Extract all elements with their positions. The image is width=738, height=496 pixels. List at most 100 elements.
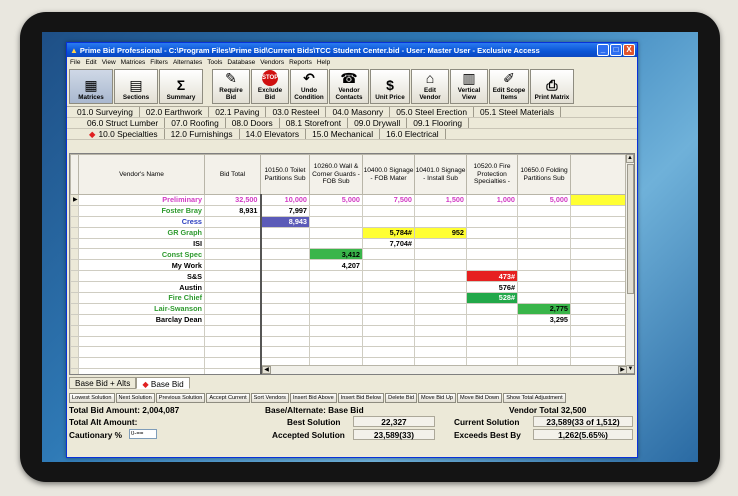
bid-cell[interactable] [309, 215, 363, 228]
bid-cell[interactable] [259, 270, 310, 283]
bid-cell[interactable] [517, 204, 571, 217]
bid-cell[interactable] [309, 302, 363, 315]
bid-cell[interactable] [309, 204, 363, 217]
bid-cell[interactable] [362, 292, 415, 304]
bid-cell[interactable] [259, 248, 310, 261]
bid-cell[interactable] [362, 259, 415, 272]
bid-cell[interactable] [414, 335, 467, 348]
cautionary-input[interactable] [129, 429, 157, 439]
bid-cell[interactable] [259, 346, 310, 359]
column-header[interactable]: 10401.0 Signage - Install Sub [414, 154, 467, 195]
menu-item-tools[interactable]: Tools [207, 59, 222, 66]
bid-cell[interactable]: 4,207 [309, 259, 363, 272]
bid-cell[interactable] [466, 237, 518, 250]
tab-09-0-drywall[interactable]: 09.0 Drywall [348, 118, 408, 128]
bid-cell[interactable] [414, 292, 467, 304]
bid-cell[interactable] [517, 292, 571, 304]
vendor-name-cell[interactable]: Lair-Swanson [78, 302, 205, 315]
bid-total-cell[interactable] [204, 259, 261, 272]
column-header[interactable]: 10520.0 Fire Protection Specialties - [466, 154, 518, 195]
bid-cell[interactable] [309, 270, 363, 283]
title-bar[interactable]: ▲ Prime Bid Professional - C:\Program Fi… [67, 43, 637, 57]
bid-cell[interactable] [414, 313, 467, 326]
bid-cell[interactable] [309, 281, 363, 294]
move-bid-down-button[interactable]: Move Bid Down [457, 393, 503, 403]
bid-total-cell[interactable] [204, 313, 261, 326]
bid-cell[interactable] [259, 302, 310, 315]
row-selector[interactable] [70, 215, 79, 228]
bid-cell[interactable] [517, 281, 571, 294]
bid-cell[interactable]: 10,000 [259, 194, 310, 206]
table-row[interactable]: Const Spec 3,412 [70, 248, 628, 261]
table-row[interactable] [70, 324, 628, 337]
bid-cell[interactable] [362, 302, 415, 315]
bid-total-cell[interactable] [204, 226, 261, 239]
bid-cell[interactable] [362, 346, 415, 359]
row-selector[interactable] [70, 368, 79, 374]
undo-condition-button[interactable]: ↶ Undo Condition [290, 69, 328, 104]
menu-item-database[interactable]: Database [227, 59, 255, 66]
menu-item-view[interactable]: View [102, 59, 116, 66]
tab-05-0-steel-erection[interactable]: 05.0 Steel Erection [390, 107, 475, 117]
vendor-name-cell[interactable] [78, 357, 205, 370]
bid-total-cell[interactable] [204, 346, 261, 359]
tab-09-1-flooring[interactable]: 09.1 Flooring [407, 118, 470, 128]
menu-item-filters[interactable]: Filters [150, 59, 168, 66]
menu-item-edit[interactable]: Edit [85, 59, 96, 66]
summary-button[interactable]: Σ Summary [159, 69, 203, 104]
bid-cell[interactable] [362, 204, 415, 217]
menu-item-vendors[interactable]: Vendors [260, 59, 284, 66]
row-selector[interactable] [70, 281, 79, 294]
vendor-name-cell[interactable]: Barclay Dean [78, 313, 205, 326]
bid-total-cell[interactable]: 32,500 [204, 194, 261, 206]
bid-cell[interactable] [466, 346, 518, 359]
bid-cell[interactable] [517, 335, 571, 348]
row-selector[interactable] [70, 204, 79, 217]
tab-14-0-elevators[interactable]: 14.0 Elevators [240, 129, 307, 139]
bid-cell[interactable] [259, 226, 310, 239]
tab-16-0-electrical[interactable]: 16.0 Electrical [380, 129, 446, 139]
bid-total-cell[interactable] [204, 215, 261, 228]
scroll-right-icon[interactable]: ▶ [618, 366, 627, 374]
bid-total-cell[interactable] [204, 292, 261, 304]
menu-item-file[interactable]: File [70, 59, 80, 66]
column-header[interactable]: 10150.0 Toilet Partitions Sub [260, 154, 310, 195]
row-selector[interactable] [70, 357, 79, 370]
bid-cell[interactable] [517, 248, 571, 261]
bid-cell[interactable] [414, 281, 467, 294]
bid-cell[interactable]: 5,784# [362, 226, 415, 239]
bid-cell[interactable] [259, 281, 310, 294]
row-selector[interactable] [70, 302, 79, 315]
bid-cell[interactable]: 1,500 [414, 194, 467, 206]
bid-total-cell[interactable] [204, 302, 261, 315]
table-row[interactable] [70, 346, 628, 359]
column-header[interactable]: Bid Total [204, 154, 261, 195]
table-row[interactable]: S&S 473# [70, 270, 628, 283]
menu-item-alternates[interactable]: Alternates [173, 59, 202, 66]
scroll-left-icon[interactable]: ◀ [262, 366, 271, 374]
tab-12-0-furnishings[interactable]: 12.0 Furnishings [165, 129, 240, 139]
bid-total-cell[interactable] [204, 248, 261, 261]
menu-item-help[interactable]: Help [317, 59, 330, 66]
bid-cell[interactable]: 7,500 [362, 194, 415, 206]
next-solution-button[interactable]: Next Solution [115, 393, 155, 403]
table-row[interactable]: My Work 4,207 [70, 259, 628, 272]
vendor-name-cell[interactable]: S&S [78, 270, 205, 283]
bid-cell[interactable] [362, 313, 415, 326]
insert-bid-below-button[interactable]: Insert Bid Below [337, 393, 385, 403]
vendor-contacts-button[interactable]: ☎ Vendor Contacts [329, 69, 369, 104]
column-header[interactable]: 10650.0 Folding Partitions Sub [517, 154, 571, 195]
column-header[interactable]: 10260.0 Wall & Corner Guards - FOB Sub [309, 154, 363, 195]
vendor-name-cell[interactable] [78, 324, 205, 337]
vendor-name-cell[interactable] [78, 335, 205, 348]
horizontal-scrollbar[interactable]: ◀ ▶ [262, 365, 627, 374]
bid-cell[interactable] [259, 237, 310, 250]
vendor-name-cell[interactable]: Fire Chief [78, 292, 205, 304]
vertical-scrollbar[interactable]: ▲ ▼ [625, 154, 634, 374]
bid-cell[interactable] [466, 335, 518, 348]
bid-total-cell[interactable]: 8,931 [204, 204, 261, 217]
row-selector[interactable] [70, 226, 79, 239]
table-row[interactable]: Barclay Dean 3,295 [70, 313, 628, 326]
vendor-name-cell[interactable]: Austin [78, 281, 205, 294]
edit-vendor-button[interactable]: ⌂ Edit Vendor [411, 69, 449, 104]
